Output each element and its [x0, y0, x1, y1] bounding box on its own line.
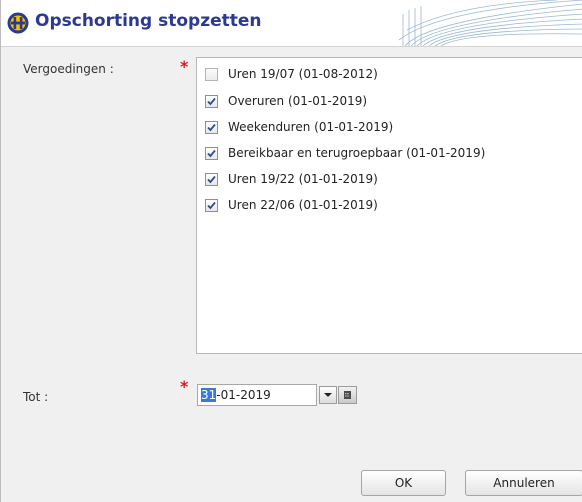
- calendar-icon: [344, 391, 351, 399]
- checkmark-icon: [207, 97, 216, 105]
- allowance-checkbox[interactable]: [205, 198, 218, 212]
- dialog-title: Opschorting stopzetten: [35, 11, 262, 31]
- allowance-item[interactable]: Overuren (01-01-2019): [205, 91, 367, 111]
- chevron-down-icon: [324, 393, 332, 397]
- allowance-item[interactable]: Weekenduren (01-01-2019): [205, 117, 393, 137]
- allowance-label: Uren 22/06 (01-01-2019): [228, 198, 378, 212]
- allowance-item[interactable]: Uren 19/07 (01-08-2012): [205, 64, 378, 84]
- until-label: Tot :: [23, 390, 49, 404]
- allowance-item[interactable]: Bereikbaar en terugroepbaar (01-01-2019): [205, 143, 485, 163]
- allowance-label: Weekenduren (01-01-2019): [228, 120, 394, 134]
- date-value: 31-01-2019: [201, 388, 271, 402]
- checkmark-icon: [207, 149, 216, 157]
- allowances-listbox[interactable]: Uren 19/07 (01-08-2012) Overuren (01-01-…: [196, 57, 582, 354]
- allowance-checkbox[interactable]: [205, 67, 218, 81]
- ok-button[interactable]: OK: [361, 470, 446, 496]
- date-rest: -01-2019: [216, 388, 271, 402]
- dialog-titlebar: Opschorting stopzetten: [1, 0, 582, 47]
- allowance-checkbox[interactable]: [205, 146, 218, 160]
- allowance-checkbox[interactable]: [205, 172, 218, 186]
- allowance-checkbox[interactable]: [205, 120, 218, 134]
- date-selected-part: 31: [201, 388, 217, 402]
- cancel-button[interactable]: Annuleren: [465, 470, 582, 496]
- allowance-checkbox[interactable]: [205, 94, 218, 108]
- dialog: Opschorting stopzetten Vergoedingen : *: [0, 0, 582, 502]
- date-dropdown-button[interactable]: [319, 386, 337, 404]
- company-logo-icon: [7, 12, 29, 34]
- title-decoration: [398, 0, 582, 46]
- allowances-label: Vergoedingen :: [23, 62, 114, 76]
- allowance-label: Overuren (01-01-2019): [228, 94, 368, 108]
- allowance-label: Uren 19/22 (01-01-2019): [228, 172, 378, 186]
- allowance-label: Uren 19/07 (01-08-2012): [228, 67, 378, 81]
- checkmark-icon: [207, 123, 216, 131]
- until-date-input[interactable]: 31-01-2019: [197, 384, 317, 406]
- calendar-button[interactable]: [338, 386, 357, 404]
- checkmark-icon: [207, 201, 216, 209]
- until-required-mark: *: [180, 377, 189, 396]
- checkmark-icon: [207, 175, 216, 183]
- allowances-required-mark: *: [180, 57, 189, 76]
- allowance-item[interactable]: Uren 19/22 (01-01-2019): [205, 169, 378, 189]
- allowance-item[interactable]: Uren 22/06 (01-01-2019): [205, 195, 378, 215]
- allowance-label: Bereikbaar en terugroepbaar (01-01-2019): [228, 146, 486, 160]
